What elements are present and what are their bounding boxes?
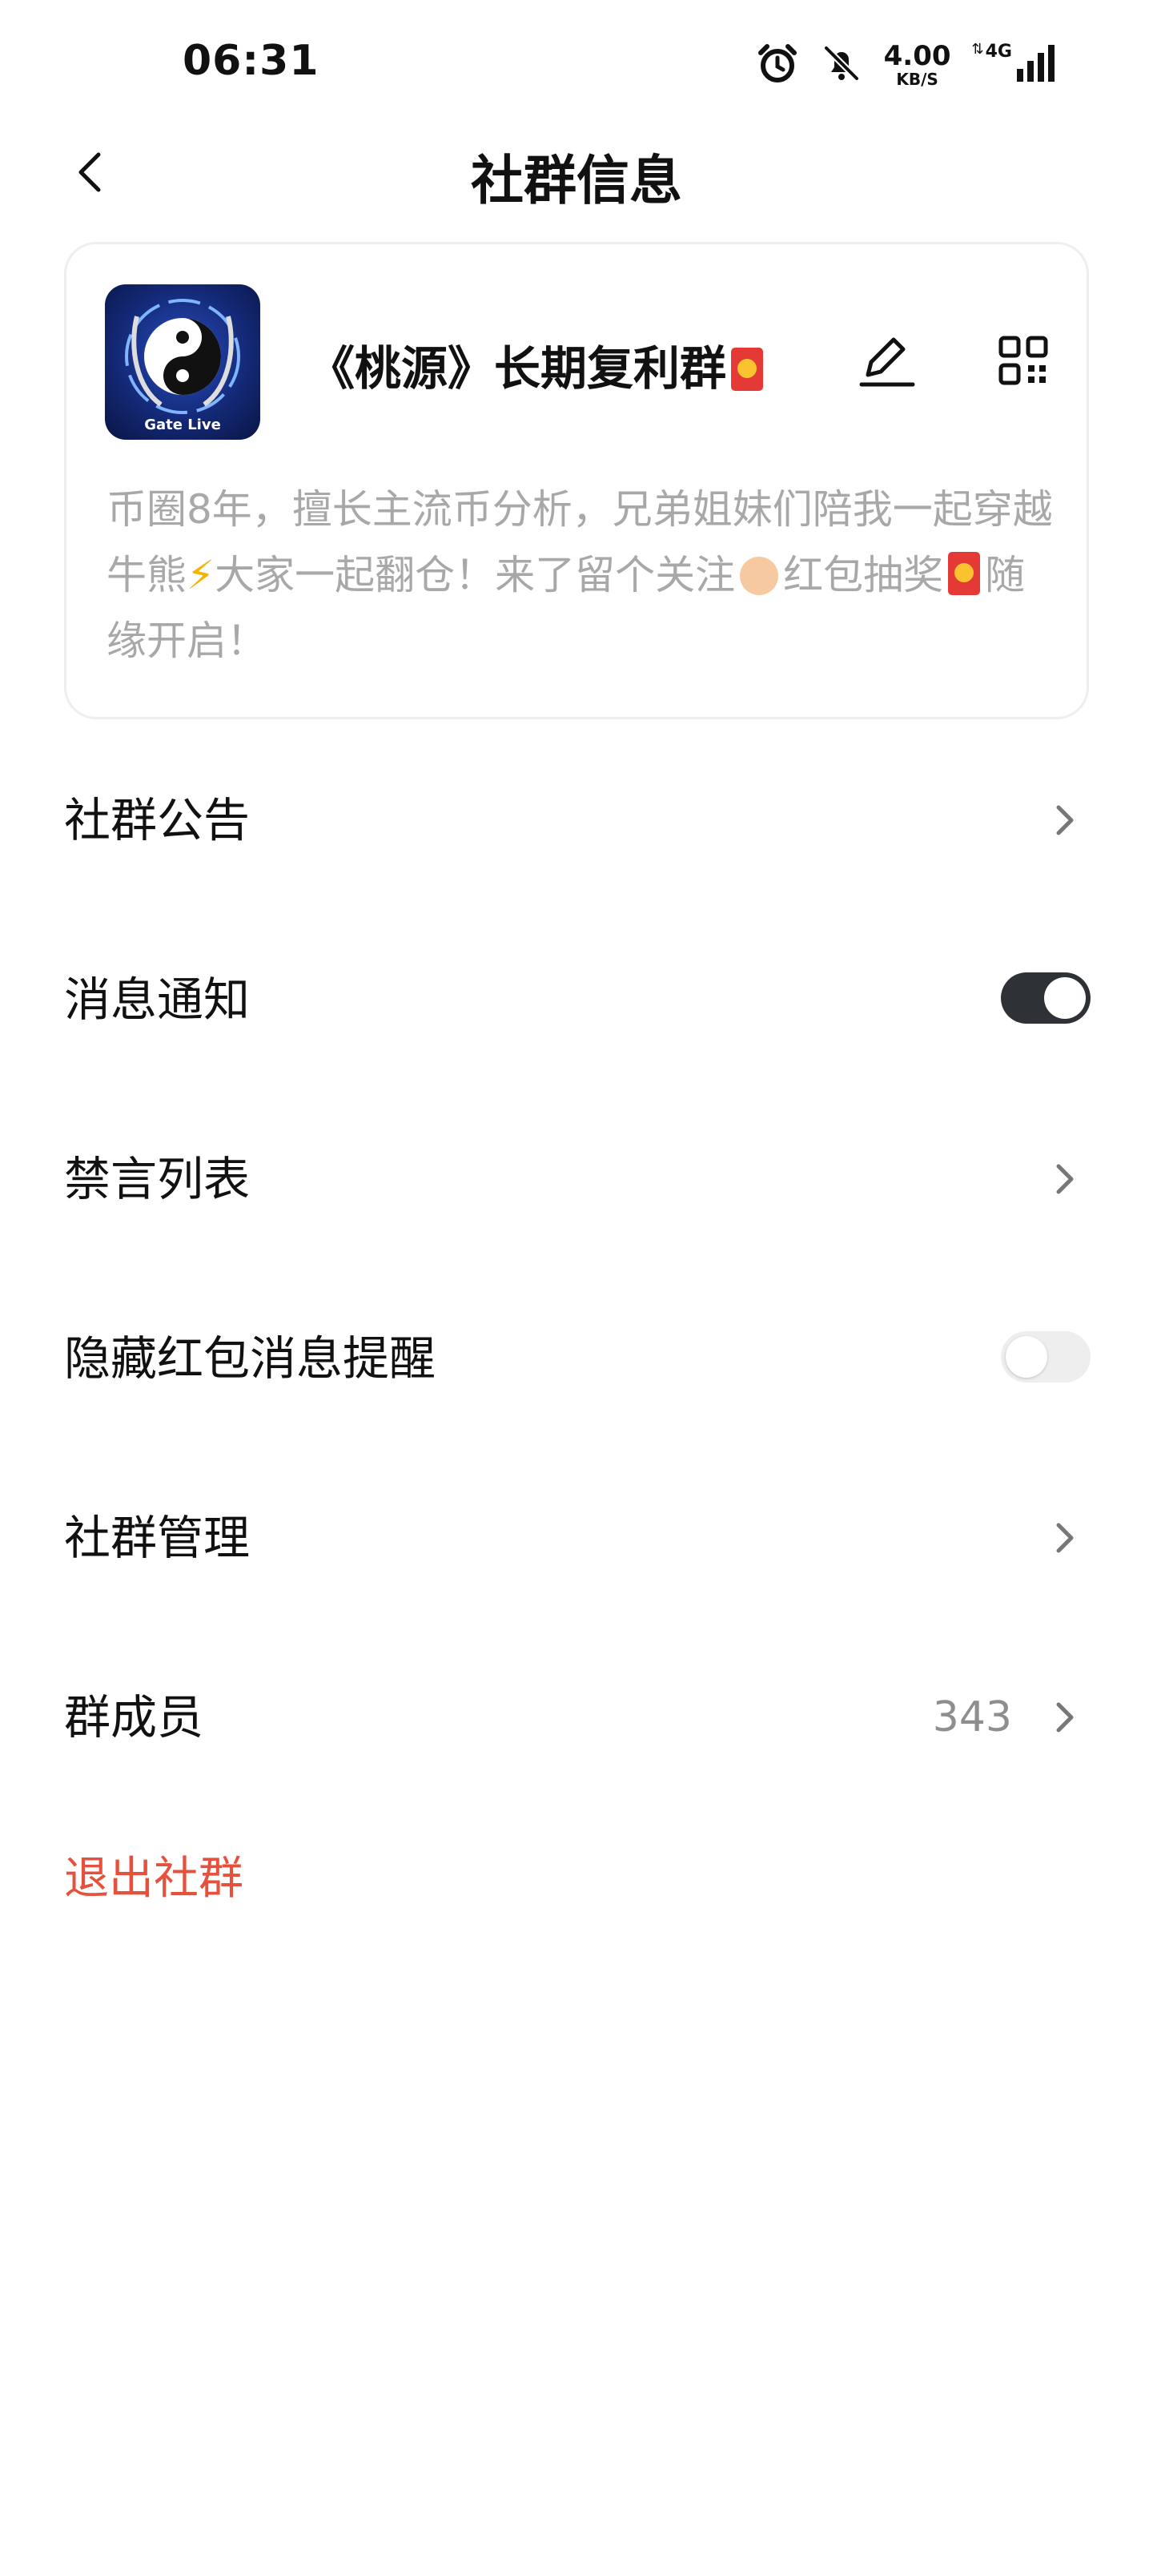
network-type: 4G: [985, 42, 1012, 62]
status-time: 06:31: [183, 37, 319, 85]
alarm-icon: [756, 42, 799, 88]
bell-muted-icon: [820, 42, 863, 88]
edit-button[interactable]: [851, 324, 923, 396]
lightning-emoji: ⚡: [187, 552, 215, 598]
row-announcement[interactable]: 社群公告: [0, 731, 1153, 910]
data-arrows-icon: ⇅: [971, 41, 984, 58]
notifications-toggle[interactable]: [1001, 972, 1091, 1024]
row-label: 禁言列表: [64, 1152, 251, 1206]
chevron-right-icon: [1056, 1164, 1074, 1194]
settings-list: 社群公告 消息通知 禁言列表 隐藏红包消息提醒 社群管理 群成员 343: [0, 731, 1153, 1807]
description-text-3: 红包抽奖: [783, 552, 944, 598]
row-notifications: 消息通知: [0, 910, 1153, 1089]
row-label: 社群管理: [64, 1511, 251, 1565]
member-count: 343: [932, 1693, 1012, 1741]
chevron-right-icon: [1056, 805, 1074, 835]
red-envelope-emoji: [948, 552, 981, 595]
qr-code-button[interactable]: [987, 324, 1059, 396]
avatar-label: Gate Live: [144, 417, 221, 433]
qr-code-icon: [998, 336, 1048, 385]
status-bar: 06:31 4.00 KB/S ⇅ 4G: [0, 0, 1153, 120]
chevron-right-icon: [1056, 1702, 1074, 1733]
group-name-text: 《桃源》长期复利群: [308, 341, 727, 396]
row-label: 消息通知: [64, 972, 251, 1027]
row-label: 社群公告: [64, 793, 251, 847]
chevron-right-icon: [1056, 1523, 1074, 1553]
header: 社群信息: [0, 128, 1153, 216]
row-management[interactable]: 社群管理: [0, 1448, 1153, 1628]
hide-redpacket-toggle[interactable]: [1001, 1331, 1091, 1383]
row-label: 隐藏红包消息提醒: [64, 1331, 436, 1386]
net-speed-value: 4.00: [883, 40, 951, 72]
group-name: 《桃源》长期复利群: [308, 331, 768, 398]
status-icons: 4.00 KB/S ⇅ 4G: [756, 37, 1057, 93]
group-info-card: Gate Live 《桃源》长期复利群 币圈8年，擅长主流币分析，兄弟姐妹们陪我…: [64, 242, 1089, 719]
red-envelope-emoji: [731, 348, 764, 391]
group-avatar[interactable]: Gate Live: [105, 284, 260, 440]
net-speed-unit: KB/S: [896, 70, 938, 89]
row-hide-redpacket: 隐藏红包消息提醒: [0, 1269, 1153, 1448]
signal-icon: [1014, 42, 1057, 88]
pointing-hand-emoji: [740, 557, 779, 595]
pencil-icon: [859, 337, 915, 387]
toggle-knob: [1006, 1336, 1047, 1378]
group-description: 币圈8年，擅长主流币分析，兄弟姐妹们陪我一起穿越牛熊⚡大家一起翻仓！来了留个关注…: [106, 477, 1059, 674]
page-title: 社群信息: [471, 150, 682, 211]
toggle-knob: [1044, 977, 1086, 1019]
description-text-2: 大家一起翻仓！来了留个关注: [215, 552, 736, 598]
row-mute-list[interactable]: 禁言列表: [0, 1089, 1153, 1269]
network-indicator: ⇅ 4G: [972, 42, 1057, 88]
net-speed: 4.00 KB/S: [884, 42, 951, 87]
row-label: 群成员: [64, 1690, 204, 1745]
row-members[interactable]: 群成员 343: [0, 1628, 1153, 1807]
exit-group-button[interactable]: 退出社群: [64, 1842, 243, 1907]
